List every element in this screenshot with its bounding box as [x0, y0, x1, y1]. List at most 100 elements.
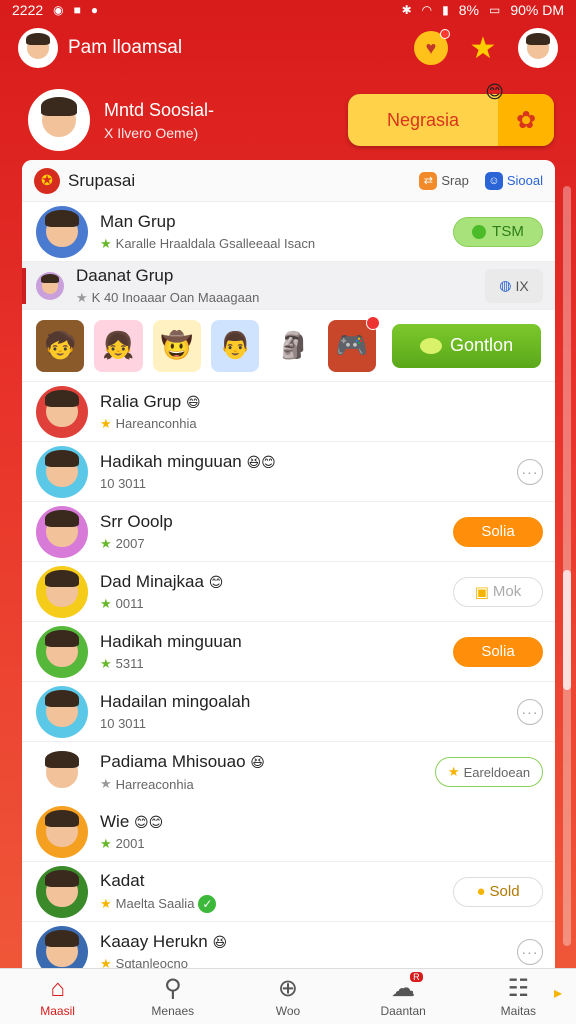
sold-label: Sold: [489, 883, 520, 900]
nav-chat[interactable]: ☁ R Daantan: [358, 971, 448, 1018]
row-title: Wie: [100, 811, 130, 831]
card-title: Srupasai: [68, 170, 136, 190]
star-icon: ★: [100, 595, 112, 611]
contact-button[interactable]: Gontlon: [392, 323, 541, 368]
search-icon: ⚲: [163, 974, 182, 1002]
list-item[interactable]: Hadikah minguuan ★ 5311 Solia: [22, 622, 555, 682]
contact-avatar: [36, 865, 88, 918]
solia-button[interactable]: Solia: [453, 636, 543, 667]
page-title: Pam lloamsal: [68, 37, 183, 58]
nav-search[interactable]: ⚲ Menaes: [128, 974, 218, 1018]
sticker-item[interactable]: 👧: [94, 319, 143, 372]
message-notification-icon: ●: [90, 3, 99, 17]
status-time: 2222: [12, 2, 44, 18]
scrollbar[interactable]: [563, 186, 571, 946]
contact-avatar: [36, 445, 88, 498]
leaf-icon: [420, 337, 443, 354]
list-item[interactable]: Padiama Mhisouao 😆 ★ Harreaconhia ★ Earel…: [22, 742, 555, 802]
row-subtitle: 2007: [115, 536, 145, 551]
bluetooth-icon: ✱: [401, 3, 412, 17]
sticker-item[interactable]: 🎮: [327, 315, 381, 372]
nav-label: Daantan: [380, 1003, 426, 1018]
sticker-badge: [366, 315, 381, 330]
app-notification-icon: ■: [73, 3, 81, 17]
sold-button[interactable]: ● Sold: [453, 876, 543, 907]
star-button[interactable]: ★: [466, 31, 500, 65]
row-subtitle: Hareanconhia: [115, 416, 197, 431]
sticker-item[interactable]: 🤠: [152, 319, 202, 372]
heart-button[interactable]: ♥: [414, 29, 450, 65]
sticker-item[interactable]: 🧒: [36, 319, 85, 372]
row-subtitle: 0011: [115, 596, 144, 611]
srap-label: Srap: [441, 173, 469, 188]
srap-link[interactable]: ⇄ Srap: [419, 171, 469, 190]
star-icon: ★: [100, 835, 112, 851]
profile-picture[interactable]: [28, 89, 90, 151]
nav-label: Menaes: [151, 1003, 195, 1018]
nav-grid[interactable]: ☷ Maitas: [473, 975, 563, 1018]
more-options-button[interactable]: ···: [517, 698, 543, 725]
list-item[interactable]: Man Grup ★ Karalle Hraaldala Gsalleeaal I…: [22, 202, 555, 262]
nav-home[interactable]: ⌂ Maasil: [13, 975, 103, 1018]
row-subtitle: Harreaconhia: [115, 776, 194, 792]
more-options-button[interactable]: ···: [517, 458, 543, 485]
chat-badge: R: [410, 971, 423, 982]
star-icon: ★: [100, 955, 112, 969]
contact-avatar: [36, 925, 88, 968]
mok-label: Mok: [492, 583, 522, 600]
sticker-strip: 🧒 👧 🤠 👨 🗿 🎮 Gontlon: [22, 310, 555, 382]
list-item[interactable]: Kadat ★ Maelta Saalia ✓ ● Sold: [22, 862, 555, 922]
solia-button[interactable]: Solia: [453, 516, 543, 547]
negrasia-button[interactable]: Negrasia ✿ 😊: [348, 82, 554, 146]
groups-card: ✪ Srupasai ⇄ Srap ☺ Siooal Man Grup ★ Kar…: [22, 160, 555, 968]
status-clock: 90% DM: [510, 2, 564, 18]
nav-add[interactable]: ⊕ Woo: [243, 975, 333, 1018]
star-icon: ★: [100, 776, 112, 791]
list-item[interactable]: Dad Minajkaa 😊 ★ 0011 ▣ Mok: [22, 562, 555, 622]
user-avatar[interactable]: [18, 28, 58, 68]
card-header: ✪ Srupasai ⇄ Srap ☺ Siooal: [22, 160, 555, 202]
contact-label: Gontlon: [450, 335, 514, 355]
nav-label: Woo: [275, 1003, 301, 1018]
list-item[interactable]: Ralia Grup 😄 ★ Hareanconhia: [22, 382, 555, 442]
list-item[interactable]: Daanat Grup ★ K 40 Inoaaar Oan Maaagaan ◍…: [22, 262, 555, 310]
list-item[interactable]: Kaaay Herukn 😆 ★ Sqtanleocno ···: [22, 922, 555, 968]
battery-text: 8%: [458, 2, 479, 18]
group-avatar: [36, 205, 88, 258]
eareldoean-button[interactable]: ★ Eareldoean: [435, 757, 543, 787]
row-title: Hadikah minguuan: [100, 452, 242, 471]
tsm-label: TSM: [492, 223, 524, 240]
star-icon: ★: [100, 415, 112, 431]
close-label: IX: [515, 277, 529, 294]
row-subtitle: Maelta Saalia: [115, 896, 195, 911]
mok-button[interactable]: ▣ Mok: [453, 576, 543, 607]
siooal-link[interactable]: ☺ Siooal: [484, 171, 543, 190]
close-group-button[interactable]: ◍ IX: [485, 268, 543, 303]
row-subtitle: Karalle Hraaldala Gsalleeaal Isacn: [115, 236, 316, 251]
profile-avatar[interactable]: [518, 28, 558, 68]
scroll-thumb[interactable]: [563, 570, 571, 690]
group-icon: ✪: [34, 167, 60, 194]
list-item[interactable]: Srr Ooolp ★ 2007 Solia: [22, 502, 555, 562]
contact-avatar: [36, 625, 88, 678]
negrasia-label: Negrasia: [386, 109, 460, 130]
sticker-item[interactable]: 🗿: [269, 319, 318, 372]
sticker-item[interactable]: 👨: [211, 319, 260, 372]
emoji-icon: 😆😊: [246, 454, 276, 470]
list-item[interactable]: Hadailan mingoalah 10 3011 ···: [22, 682, 555, 742]
gear-icon: ✿: [498, 94, 554, 146]
wifi-icon: ◠: [421, 3, 433, 17]
list-item[interactable]: Hadikah minguuan 😆😊 10 3011 ···: [22, 442, 555, 502]
smile-emoji-icon: 😊: [485, 82, 504, 102]
swap-icon: ⇄: [419, 171, 438, 190]
row-subtitle: 10 3011: [100, 476, 147, 491]
contact-avatar: [36, 505, 88, 558]
row-title: Srr Ooolp: [100, 511, 173, 531]
list-item[interactable]: Wie 😊😊 ★ 2001: [22, 802, 555, 862]
row-title: Man Grup: [100, 211, 176, 231]
row-title: Kadat: [100, 870, 145, 890]
more-options-button[interactable]: ···: [517, 938, 543, 965]
tsm-button[interactable]: TSM: [453, 216, 543, 247]
bottom-nav: ⌂ Maasil ⚲ Menaes ⊕ Woo ☁ R Daantan ☷ Ma…: [0, 968, 576, 1024]
notification-icon: ◉: [53, 3, 64, 17]
